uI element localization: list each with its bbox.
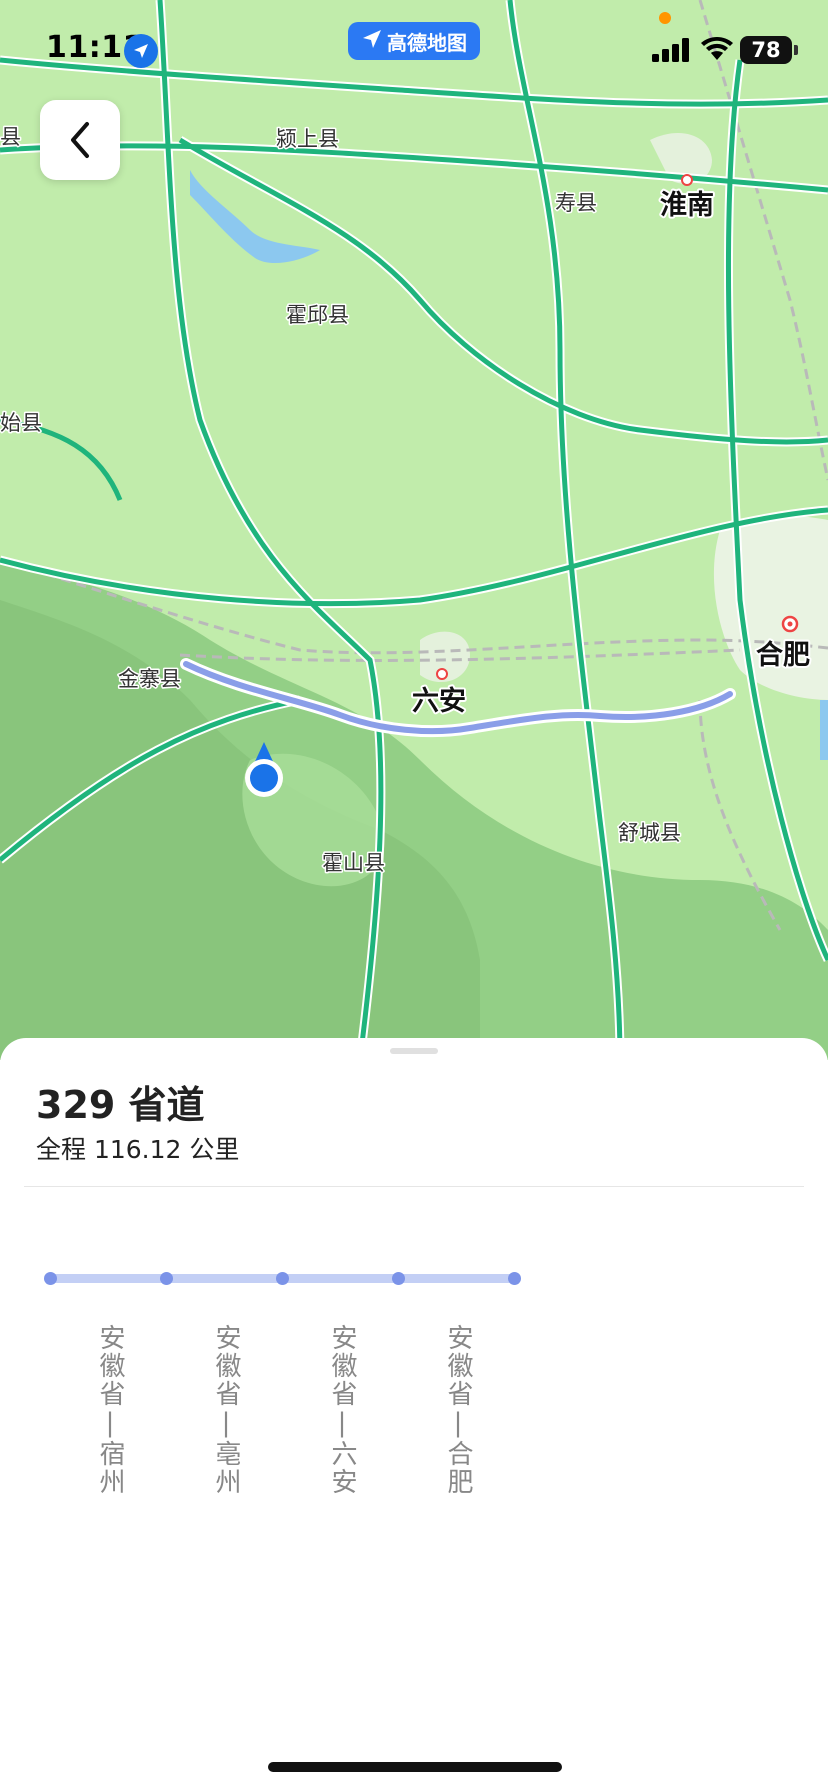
timeline-node [44,1272,57,1285]
timeline-node [508,1272,521,1285]
wifi-icon [701,37,733,60]
map-label-yingshang[interactable]: 颍上县 [275,126,341,153]
stop-label-liuan[interactable]: 安徽省|六安 [320,1324,360,1496]
gaode-logo-icon [361,28,383,55]
map-label-hefei[interactable]: 合肥 [754,637,812,673]
location-dot [250,764,278,792]
map-view[interactable]: 颍上县 寿县 淮南 霍邱县 始县 金寨县 六安 合肥 舒城县 霍山县 县 [0,0,828,1060]
road-name-title: 329 省道 [36,1083,205,1127]
city-marker-liuan [436,668,448,680]
battery-indicator: 78 [740,36,792,64]
map-label-huoqiu[interactable]: 霍邱县 [285,302,351,329]
timeline-node [276,1272,289,1285]
location-services-icon [124,34,158,68]
stop-label-suzhou[interactable]: 安徽省|宿州 [88,1324,128,1496]
map-label-huoshan[interactable]: 霍山县 [321,850,387,877]
timeline-node [392,1272,405,1285]
map-label-shouxian[interactable]: 寿县 [554,190,599,217]
route-detail-sheet[interactable]: 329 省道 全程 116.12 公里 安徽省|宿州 安徽省|亳州 安徽省|六安… [0,1038,828,1792]
back-to-app-badge[interactable]: 高德地图 [348,22,480,60]
city-marker-hefei-dot [787,621,793,627]
back-button[interactable] [40,100,120,180]
chevron-left-icon [71,122,89,158]
home-indicator[interactable] [268,1762,562,1772]
map-label-edge-county[interactable]: 县 [0,124,23,151]
sheet-divider [24,1186,804,1187]
cellular-signal-icon [652,38,689,62]
map-water-edge [820,700,828,760]
app-badge-label: 高德地图 [387,30,467,55]
status-bar: 11:11 高德地图 78 [0,0,828,100]
map-label-jinzhai[interactable]: 金寨县 [117,666,183,693]
stop-label-bozhou[interactable]: 安徽省|亳州 [204,1324,244,1496]
map-label-gushi[interactable]: 始县 [0,410,44,437]
map-canvas[interactable]: 颍上县 寿县 淮南 霍邱县 始县 金寨县 六安 合肥 舒城县 霍山县 县 [0,0,828,1060]
map-label-liuan[interactable]: 六安 [410,684,468,719]
sheet-drag-handle[interactable] [390,1048,438,1054]
timeline-node [160,1272,173,1285]
privacy-indicator-dot [659,12,671,24]
map-label-huainan[interactable]: 淮南 [658,188,716,223]
stop-label-hefei[interactable]: 安徽省|合肥 [436,1324,476,1496]
route-distance: 全程 116.12 公里 [36,1135,240,1164]
route-stops-timeline [40,1268,524,1288]
map-label-shucheng[interactable]: 舒城县 [617,820,683,847]
battery-tip [794,45,798,55]
city-marker-huainan [681,174,693,186]
